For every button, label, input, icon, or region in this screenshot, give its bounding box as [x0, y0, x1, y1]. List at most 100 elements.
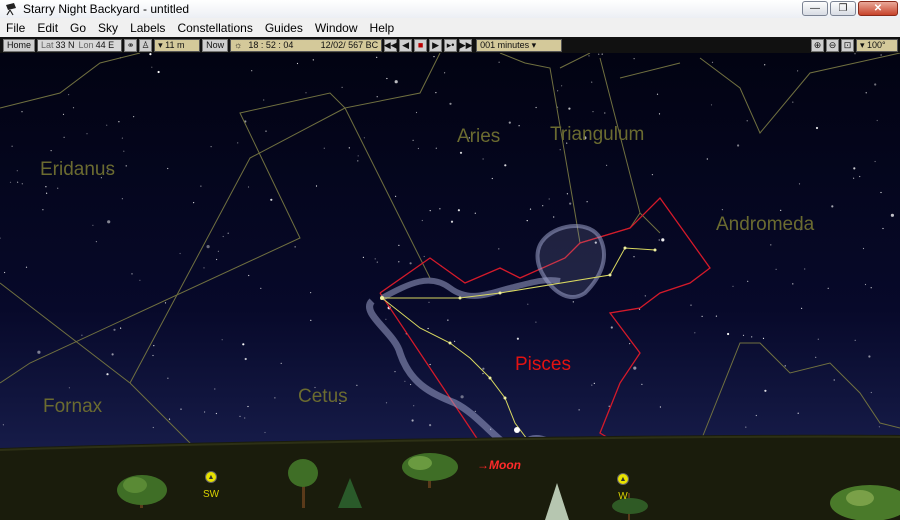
sky-view[interactable]: Eridanus Aries Triangulum Andromeda Pisc… — [0, 53, 900, 520]
starry-night-app: Starry Night Backyard - untitled — ❐ ✕ F… — [0, 0, 900, 520]
moon-disk[interactable] — [514, 427, 520, 433]
boundary-cetus-pisces — [344, 107, 431, 279]
star — [149, 53, 152, 56]
star — [310, 292, 312, 294]
compass-w-icon: ▲ — [617, 473, 629, 485]
star — [264, 431, 266, 434]
minimize-button[interactable]: — — [802, 1, 828, 16]
time-step-dropdown[interactable]: 001 minutes ▾ — [476, 38, 563, 52]
step-back-button[interactable]: ◀ — [399, 38, 413, 52]
star — [553, 216, 555, 218]
star — [450, 220, 454, 223]
zoom-in-button[interactable]: ⊕ — [811, 38, 824, 52]
star — [569, 202, 572, 205]
real-time-button[interactable]: ▸• — [444, 38, 458, 52]
menu-guides[interactable]: Guides — [259, 21, 309, 35]
compass-sw-icon: ▲ — [205, 471, 217, 483]
star — [706, 158, 708, 160]
star — [239, 415, 241, 417]
star — [591, 384, 593, 386]
close-button[interactable]: ✕ — [858, 1, 898, 16]
star — [113, 328, 116, 331]
star — [746, 120, 748, 122]
star — [715, 315, 718, 317]
label-andromeda[interactable]: Andromeda — [716, 214, 814, 236]
latitude-label: Lat — [41, 40, 54, 50]
menu-go[interactable]: Go — [64, 21, 92, 35]
menu-labels[interactable]: Labels — [124, 21, 171, 35]
star — [294, 246, 296, 248]
star — [572, 301, 574, 303]
star — [882, 227, 884, 230]
maximize-button[interactable]: ❐ — [830, 1, 856, 16]
zoom-in-icon: ⊕ — [813, 39, 822, 50]
star — [701, 315, 703, 317]
menu-help[interactable]: Help — [364, 21, 401, 35]
viewpoint-button[interactable]: ⚭ — [124, 38, 138, 52]
step-back-fast-button[interactable]: ◀◀ — [383, 38, 398, 52]
latitude-value: 33 N — [55, 40, 75, 50]
stop-button[interactable]: ■ — [414, 38, 428, 52]
fast-rewind-icon: ◀◀ — [383, 39, 398, 50]
zoom-reset-button[interactable]: ⊡ — [841, 38, 854, 52]
menu-file[interactable]: File — [0, 21, 31, 35]
person-button[interactable]: ♙ — [139, 38, 153, 52]
star — [106, 124, 108, 126]
star — [880, 191, 882, 194]
star — [427, 327, 429, 330]
zoom-out-button[interactable]: ⊖ — [826, 38, 839, 52]
star — [296, 62, 299, 65]
label-moon[interactable]: →Moon — [477, 458, 521, 472]
star — [4, 271, 6, 274]
location-field[interactable]: Lat 33 N Lon 44 E — [37, 38, 123, 52]
star — [37, 350, 41, 354]
boundary-andromeda-south — [699, 342, 900, 444]
star — [457, 209, 460, 212]
longitude-label: Lon — [78, 40, 94, 50]
label-fornax[interactable]: Fornax — [43, 396, 102, 418]
star — [421, 219, 423, 222]
fov-dropdown[interactable]: ▾ 100° — [856, 38, 898, 52]
label-pisces[interactable]: Pisces — [515, 354, 571, 376]
star — [644, 295, 646, 297]
label-triangulum[interactable]: Triangulum — [550, 124, 644, 146]
constellation-boundaries — [0, 53, 900, 449]
longitude-value: 44 E — [95, 40, 115, 50]
star — [710, 104, 713, 106]
star — [374, 258, 376, 260]
star — [862, 247, 865, 250]
menu-sky[interactable]: Sky — [92, 21, 124, 35]
star — [152, 426, 154, 429]
star — [157, 70, 160, 74]
star — [280, 362, 282, 364]
star — [529, 208, 532, 210]
star — [890, 213, 895, 217]
star — [460, 395, 464, 399]
star — [362, 256, 364, 258]
label-aries[interactable]: Aries — [457, 126, 500, 148]
star — [439, 208, 441, 210]
menu-edit[interactable]: Edit — [31, 21, 64, 35]
star — [747, 280, 749, 282]
step-forward-button[interactable]: ▶▶ — [458, 38, 473, 52]
star — [244, 417, 246, 419]
star — [57, 187, 59, 189]
time-field[interactable]: ☼ 18 : 52 : 04 12/02/ 567 BC — [230, 38, 383, 52]
elevation-dropdown[interactable]: ▾ 11 m — [154, 38, 201, 52]
star — [797, 70, 799, 72]
label-cetus[interactable]: Cetus — [298, 386, 348, 408]
now-button[interactable]: Now — [202, 38, 229, 52]
play-button[interactable]: ▶ — [429, 38, 443, 52]
telescope-icon — [3, 1, 19, 17]
label-eridanus[interactable]: Eridanus — [40, 159, 115, 181]
star — [518, 125, 520, 127]
menu-constellations[interactable]: Constellations — [171, 21, 258, 35]
title-bar: Starry Night Backyard - untitled — ❐ ✕ — [0, 0, 900, 19]
play-icon: ▶ — [432, 39, 440, 50]
star — [200, 185, 202, 187]
step-forward-icon: ▶▶ — [458, 39, 473, 50]
home-button[interactable]: Home — [3, 38, 36, 52]
binoculars-icon: ⚭ — [126, 39, 135, 50]
fov-value: ▾ 100° — [860, 39, 886, 50]
menu-window[interactable]: Window — [309, 21, 364, 35]
